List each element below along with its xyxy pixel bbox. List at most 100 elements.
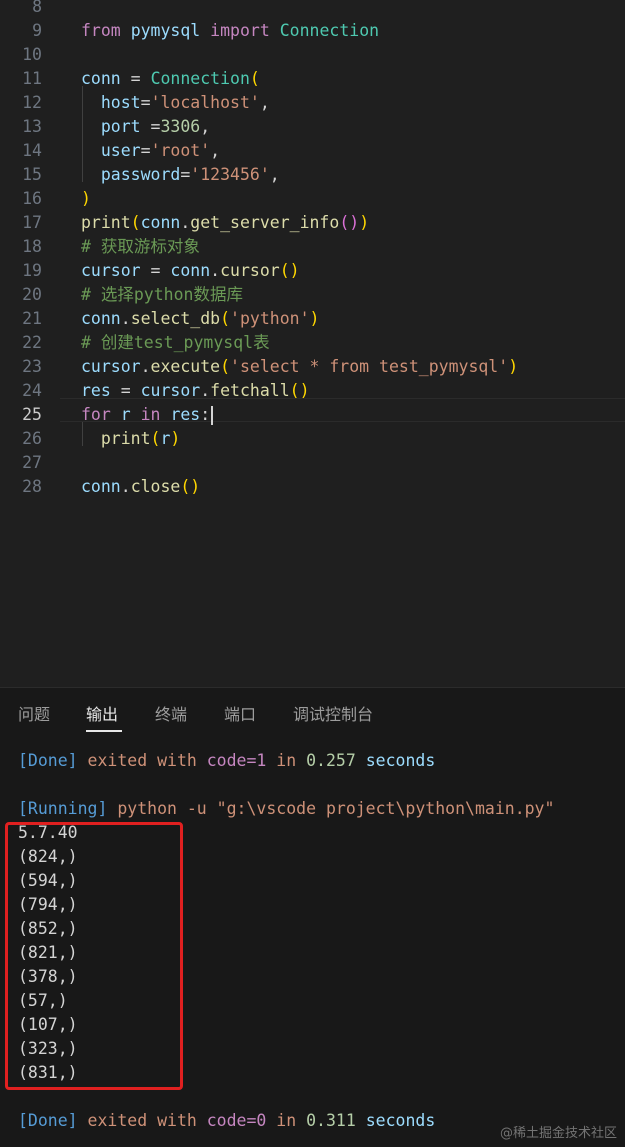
code-token: ( xyxy=(249,69,260,88)
code-token: in xyxy=(140,405,161,424)
elapsed-time: 0.311 xyxy=(306,1111,356,1130)
code-token: = xyxy=(140,141,151,160)
tab-debug-console[interactable]: 调试控制台 xyxy=(293,703,373,727)
code-line[interactable]: 10 xyxy=(0,43,625,67)
code-token: . xyxy=(200,381,211,400)
code-token: import xyxy=(210,21,270,40)
code-line[interactable]: 20 # 选择python数据库 xyxy=(0,283,625,307)
code-line[interactable]: 15 password='123456', xyxy=(0,163,625,187)
tab-terminal[interactable]: 终端 xyxy=(155,703,187,727)
line-number: 20 xyxy=(22,285,42,304)
code-text: res = cursor.fetchall() xyxy=(81,379,310,403)
code-token: () xyxy=(180,477,201,496)
line-number: 9 xyxy=(32,21,42,40)
code-token: for xyxy=(81,405,111,424)
code-token: , xyxy=(200,117,211,136)
code-text: conn.close() xyxy=(81,475,200,499)
code-token: select_db xyxy=(130,309,221,328)
code-token: () xyxy=(339,213,360,232)
code-token: r xyxy=(120,405,131,424)
tab-ports[interactable]: 端口 xyxy=(224,703,256,727)
code-token: 3306 xyxy=(160,117,201,136)
code-line[interactable]: 12 host='localhost', xyxy=(0,91,625,115)
code-line[interactable]: 13 port =3306, xyxy=(0,115,625,139)
code-line[interactable]: 18 # 获取游标对象 xyxy=(0,235,625,259)
code-token: pymysql xyxy=(130,21,201,40)
line-number: 23 xyxy=(22,357,42,376)
code-line[interactable]: 24 res = cursor.fetchall() xyxy=(0,379,625,403)
code-token: get_server_info xyxy=(190,213,340,232)
run-command: python -u "g:\vscode project\python\main… xyxy=(107,799,555,818)
line-number: 12 xyxy=(22,93,42,112)
code-token: '123456' xyxy=(190,165,270,184)
code-token: conn xyxy=(81,477,121,496)
line-number: 17 xyxy=(22,213,42,232)
code-token: ) xyxy=(81,189,91,208)
tab-problems[interactable]: 问题 xyxy=(18,703,50,727)
line-number: 21 xyxy=(22,309,42,328)
output-text: seconds xyxy=(355,751,436,770)
line-number: 27 xyxy=(22,453,42,472)
output-text: in xyxy=(266,1111,307,1130)
code-token: ) xyxy=(508,357,519,376)
code-token: res xyxy=(170,405,201,424)
output-line-done: [Done] exited with code=0 in 0.311 secon… xyxy=(18,1109,435,1133)
code-text: conn.select_db('python') xyxy=(81,307,319,331)
code-line[interactable]: 28 conn.close() xyxy=(0,475,625,499)
code-line[interactable]: 23 cursor.execute('select * from test_pym… xyxy=(0,355,625,379)
output-text: seconds xyxy=(355,1111,436,1130)
line-number: 22 xyxy=(22,333,42,352)
code-token: execute xyxy=(150,357,221,376)
code-token: . xyxy=(120,477,131,496)
code-text: # 创建test_pymysql表 xyxy=(81,331,270,355)
tab-output[interactable]: 输出 xyxy=(86,703,118,727)
code-line[interactable]: 19 cursor = conn.cursor() xyxy=(0,259,625,283)
code-token: = xyxy=(180,165,191,184)
code-line[interactable]: 26 print(r) xyxy=(0,427,625,451)
output-text: exited with xyxy=(77,751,207,770)
code-token: conn xyxy=(170,261,211,280)
code-line[interactable]: 27 xyxy=(0,451,625,475)
code-line[interactable]: 17 print(conn.get_server_info()) xyxy=(0,211,625,235)
code-token: , xyxy=(269,165,280,184)
line-number: 24 xyxy=(22,381,42,400)
code-token: . xyxy=(210,261,221,280)
line-number: 11 xyxy=(22,69,42,88)
code-text: for r in res: xyxy=(81,403,214,427)
code-token: 'select * from test_pymysql' xyxy=(230,357,509,376)
code-token: # 选择python数据库 xyxy=(81,285,243,304)
code-editor[interactable]: 8 9 from pymysql import Connection 10 11 conn… xyxy=(0,0,625,687)
code-token: , xyxy=(259,93,270,112)
code-line[interactable]: 8 xyxy=(0,0,625,19)
text-cursor xyxy=(211,406,214,425)
code-token: conn xyxy=(140,213,181,232)
code-token: ( xyxy=(220,357,231,376)
code-token: conn xyxy=(81,69,121,88)
code-text: cursor = conn.cursor() xyxy=(81,259,300,283)
code-token: ( xyxy=(150,429,161,448)
code-line[interactable]: 22 # 创建test_pymysql表 xyxy=(0,331,625,355)
active-tab-indicator xyxy=(86,730,122,732)
code-text: # 获取游标对象 xyxy=(81,235,200,259)
output-line-done: [Done] exited with code=1 in 0.257 secon… xyxy=(18,749,435,773)
code-line[interactable]: 25 for r in res: xyxy=(0,403,625,427)
code-token: print xyxy=(81,213,131,232)
code-token: 'localhost' xyxy=(150,93,260,112)
code-token: Connection xyxy=(279,21,380,40)
code-token: cursor xyxy=(81,261,141,280)
code-line[interactable]: 14 user='root', xyxy=(0,139,625,163)
code-line[interactable]: 16) xyxy=(0,187,625,211)
code-token: = xyxy=(110,381,141,400)
code-line[interactable]: 11 conn = Connection( xyxy=(0,67,625,91)
code-token: = xyxy=(140,117,161,136)
code-token: ) xyxy=(170,429,181,448)
code-token: cursor xyxy=(140,381,201,400)
code-text: print(r) xyxy=(81,427,180,451)
code-line[interactable]: 21 conn.select_db('python') xyxy=(0,307,625,331)
code-line[interactable]: 9 from pymysql import Connection xyxy=(0,19,625,43)
